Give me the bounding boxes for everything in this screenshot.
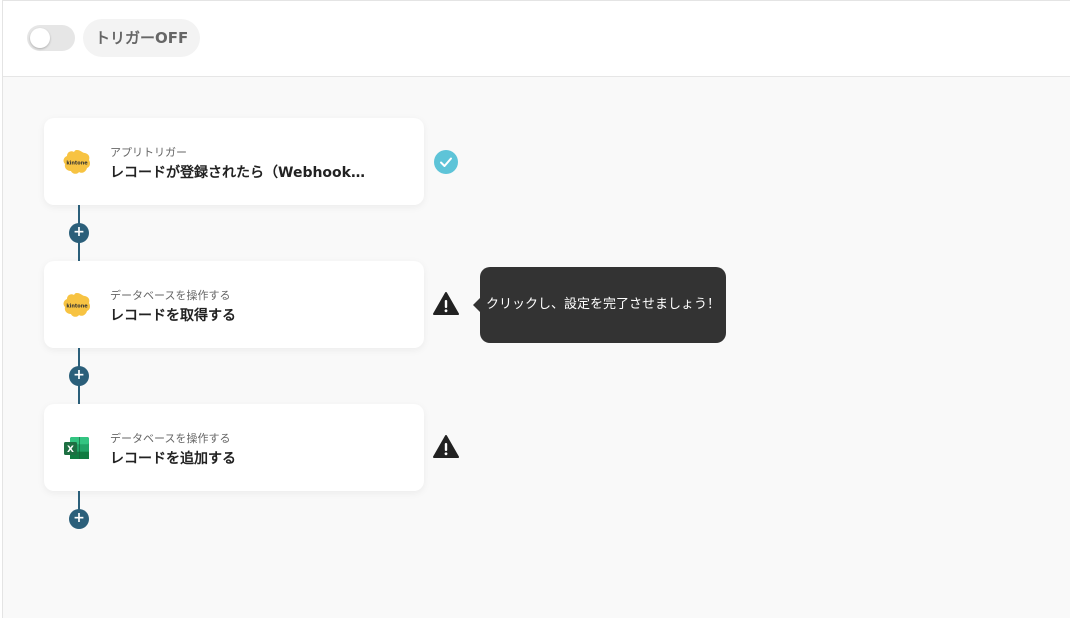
check-circle-icon xyxy=(434,150,458,174)
kintone-icon-text: kintone xyxy=(66,161,88,167)
kintone-icon: kintone xyxy=(63,150,91,174)
flow-step-add-record[interactable]: X データベースを操作する レコードを追加する xyxy=(44,404,424,491)
flow-step-get-record[interactable]: kintone データベースを操作する レコードを取得する xyxy=(44,261,424,348)
step-category: アプリトリガー xyxy=(110,146,187,159)
kintone-icon: kintone xyxy=(63,293,91,317)
excel-icon: X xyxy=(64,437,89,459)
flow-header: トリガーOFF xyxy=(3,1,1070,77)
step-category: データベースを操作する xyxy=(110,432,231,445)
setup-tooltip: クリックし、設定を完了させましょう！ xyxy=(473,267,726,343)
step-title: レコードを追加する xyxy=(110,451,236,467)
warning-icon xyxy=(433,435,459,458)
warning-icon xyxy=(433,292,459,315)
flow-editor: トリガーOFF kintone アプリトリガー レコードが登録されたら（Webh… xyxy=(2,0,1070,618)
excel-icon-text: X xyxy=(67,445,74,455)
add-step-button[interactable]: + xyxy=(69,509,89,529)
step-title: レコードを取得する xyxy=(110,308,236,324)
step-category: データベースを操作する xyxy=(110,289,231,302)
step-title: レコードが登録されたら（Webhook起動） xyxy=(110,165,370,181)
add-step-button[interactable]: + xyxy=(69,366,89,386)
kintone-icon-text: kintone xyxy=(66,304,88,310)
trigger-toggle[interactable] xyxy=(27,25,75,51)
toggle-knob xyxy=(30,28,50,48)
flow-step-app-trigger[interactable]: kintone アプリトリガー レコードが登録されたら（Webhook起動） xyxy=(44,118,424,205)
add-step-button[interactable]: + xyxy=(69,223,89,243)
trigger-status-label: トリガーOFF xyxy=(83,19,201,57)
